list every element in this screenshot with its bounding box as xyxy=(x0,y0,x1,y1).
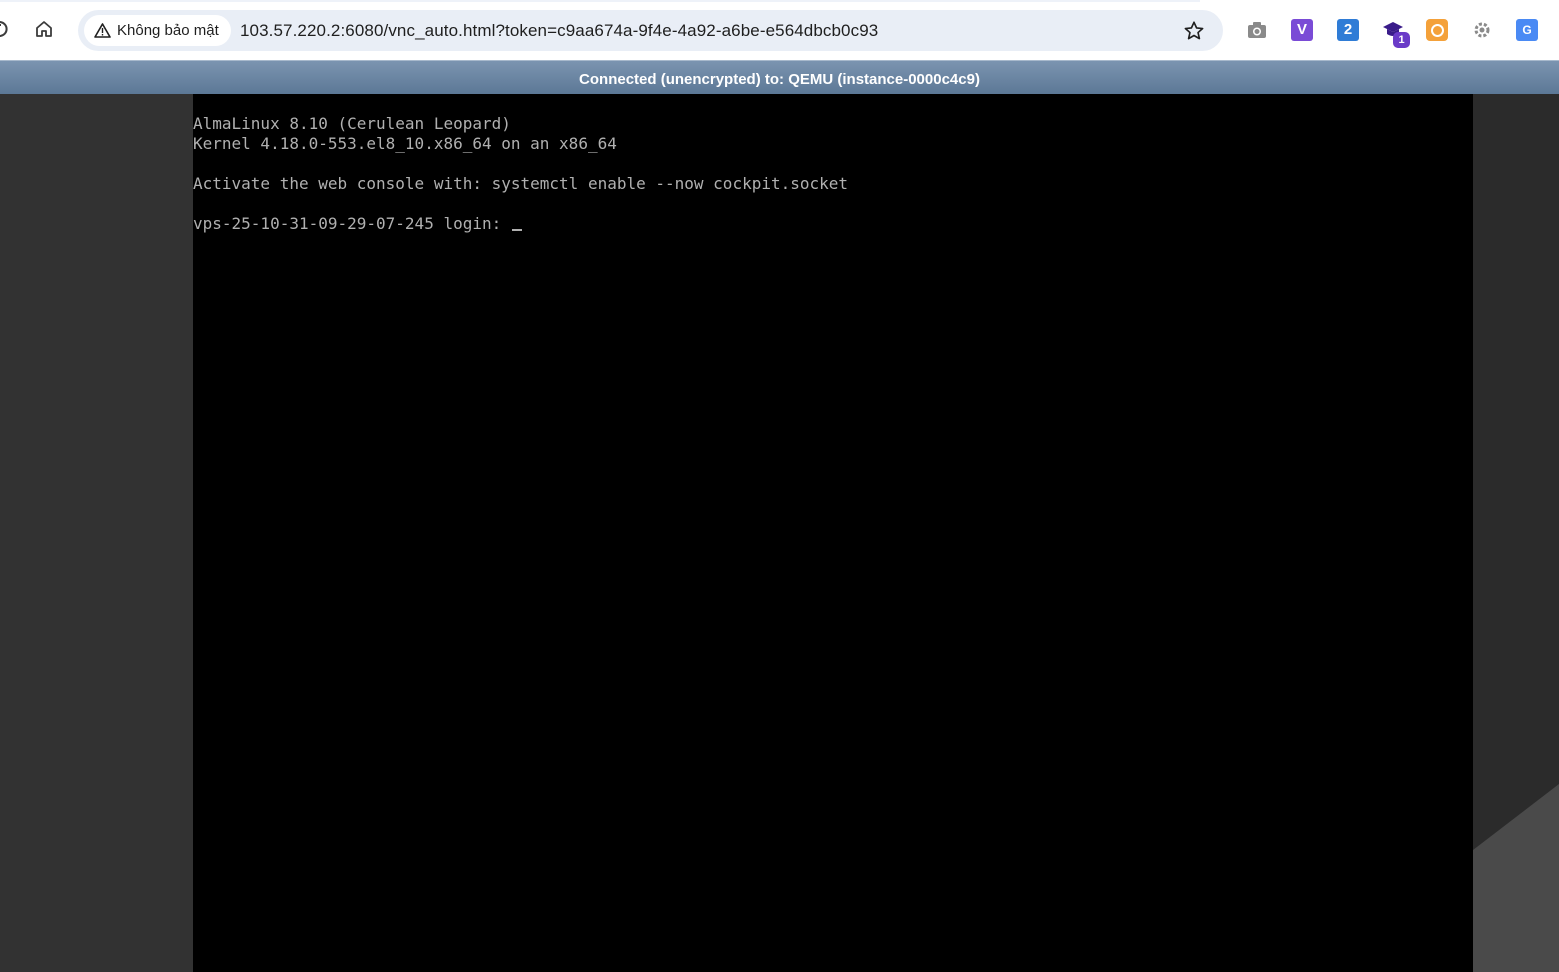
vnc-status-bar: Connected (unencrypted) to: QEMU (instan… xyxy=(0,60,1559,94)
console-line: Kernel 4.18.0-553.el8_10.x86_64 on an x8… xyxy=(193,134,617,153)
security-chip[interactable]: Không bảo mật xyxy=(84,15,231,46)
two-extension-icon[interactable]: 2 xyxy=(1337,19,1359,41)
console-line: Activate the web console with: systemctl… xyxy=(193,174,849,193)
background-decoration xyxy=(1473,94,1559,972)
bookmark-star-icon[interactable] xyxy=(1183,20,1205,42)
home-icon[interactable] xyxy=(34,19,54,39)
address-bar[interactable]: Không bảo mật 103.57.220.2:6080/vnc_auto… xyxy=(78,10,1223,51)
login-prompt-line[interactable]: vps-25-10-31-09-29-07-245 login: xyxy=(193,214,848,234)
browser-toolbar: Không bảo mật 103.57.220.2:6080/vnc_auto… xyxy=(0,0,1559,60)
login-prompt: vps-25-10-31-09-29-07-245 login: xyxy=(193,214,511,233)
text-cursor xyxy=(511,229,522,231)
console-line: AlmaLinux 8.10 (Cerulean Leopard) xyxy=(193,114,511,133)
gear-extension-icon[interactable] xyxy=(1471,19,1493,41)
console-output: AlmaLinux 8.10 (Cerulean Leopard) Kernel … xyxy=(193,114,848,234)
camera-icon[interactable] xyxy=(1246,19,1268,41)
extension-badge: 1 xyxy=(1393,32,1410,48)
security-label: Không bảo mật xyxy=(117,22,219,39)
translate-icon[interactable]: G xyxy=(1516,19,1538,41)
connection-status: Connected (unencrypted) to: QEMU (instan… xyxy=(579,71,980,88)
warning-icon xyxy=(94,23,111,38)
orange-extension-icon[interactable] xyxy=(1426,19,1448,41)
v-extension-icon[interactable]: V xyxy=(1291,19,1313,41)
reload-icon[interactable] xyxy=(0,19,10,39)
tab-strip-edge xyxy=(0,0,1200,2)
url-text[interactable]: 103.57.220.2:6080/vnc_auto.html?token=c9… xyxy=(240,21,878,41)
vnc-screen[interactable]: AlmaLinux 8.10 (Cerulean Leopard) Kernel … xyxy=(193,94,1473,972)
